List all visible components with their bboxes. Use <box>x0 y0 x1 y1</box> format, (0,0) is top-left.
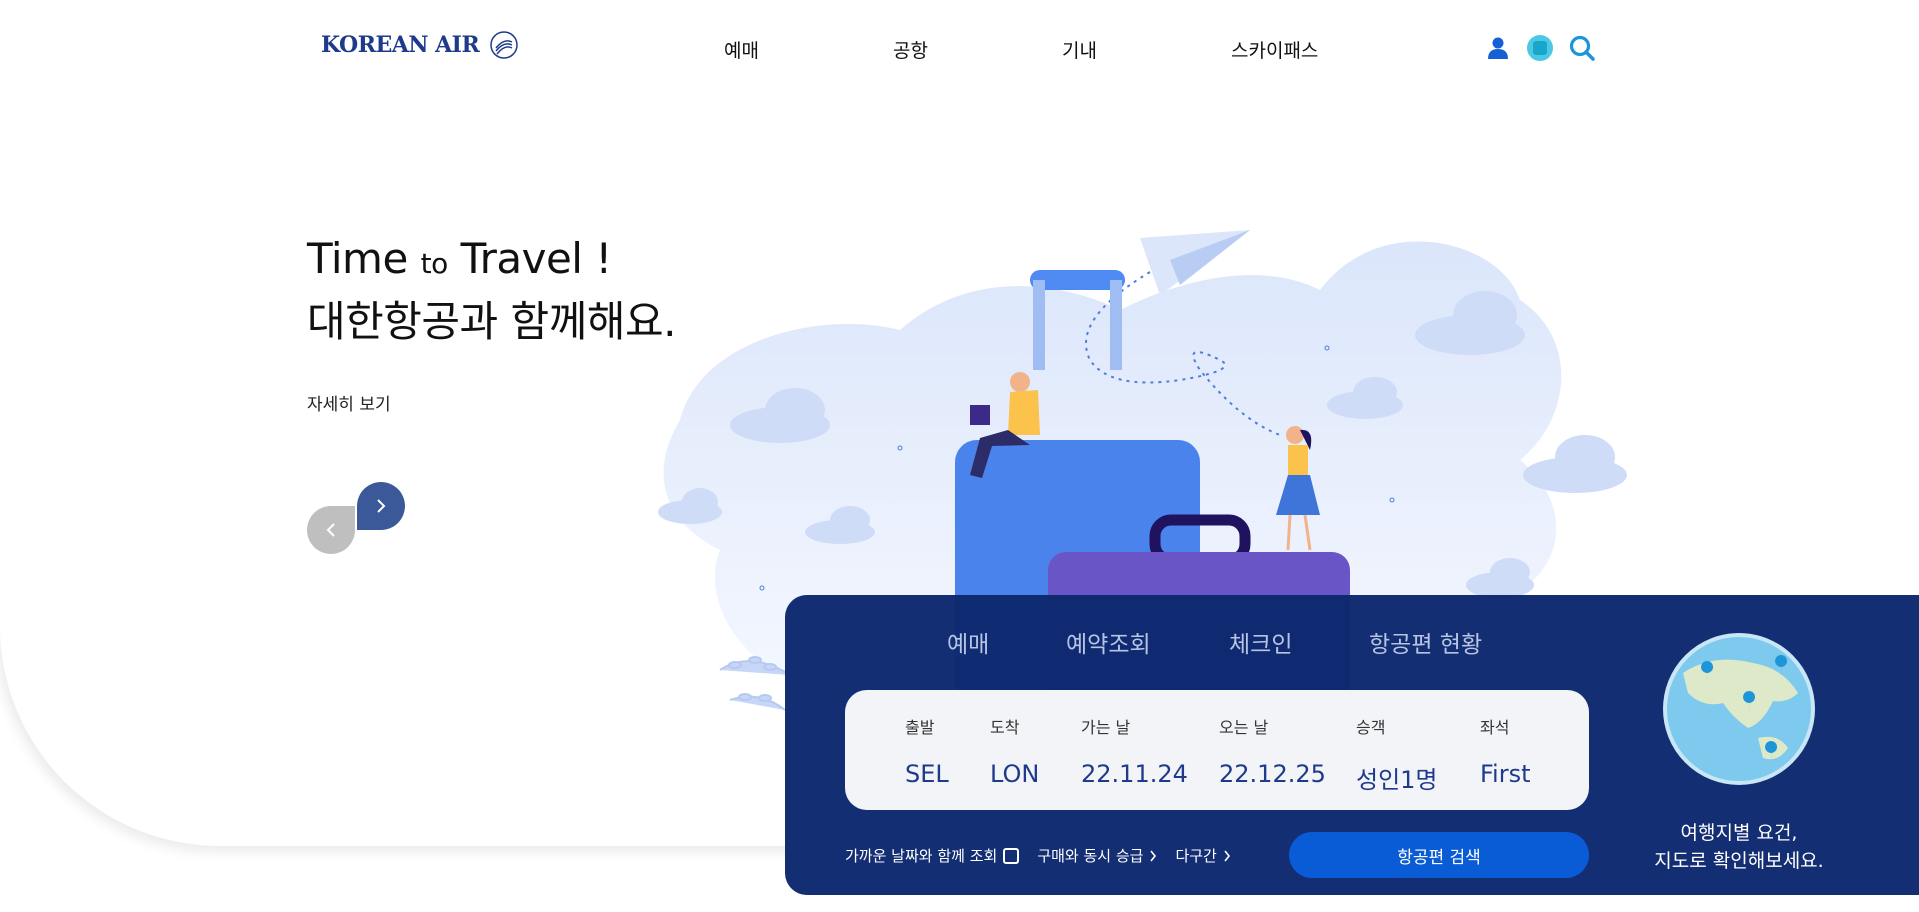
carousel-prev-button[interactable] <box>307 506 355 554</box>
map-promo-text[interactable]: 여행지별 요건, 지도로 확인해보세요. <box>1611 819 1867 875</box>
map-promo-line2: 지도로 확인해보세요. <box>1654 850 1824 872</box>
chevron-right-icon <box>1150 850 1157 861</box>
nav-item-inflight[interactable]: 기내 <box>1062 36 1097 63</box>
multi-city-option[interactable]: 다구간 <box>1175 845 1230 866</box>
nav-item-booking[interactable]: 예매 <box>724 36 759 63</box>
hero-title-word-time: Time <box>307 234 408 283</box>
arrival-field[interactable]: 도착 LON <box>990 714 1039 788</box>
flight-search-button[interactable]: 항공편 검색 <box>1289 832 1589 878</box>
upgrade-label: 구매와 동시 승급 <box>1037 847 1144 865</box>
departure-label: 출발 <box>905 718 935 737</box>
search-options: 가까운 날짜와 함께 조회 구매와 동시 승급 다구간 <box>845 845 1231 866</box>
world-map-globe-icon[interactable] <box>1663 633 1815 785</box>
nav-item-airport[interactable]: 공항 <box>893 36 928 63</box>
departure-field[interactable]: 출발 SEL <box>905 714 949 788</box>
nav-item-skypass[interactable]: 스카이패스 <box>1231 36 1318 63</box>
passengers-field[interactable]: 승객 성인1명 <box>1356 714 1438 795</box>
chevron-right-icon <box>1224 850 1230 861</box>
site-header: KOREAN AIR 예매 공항 기내 스카이패스 <box>0 0 1919 100</box>
return-date-field[interactable]: 오는 날 22.12.25 <box>1219 714 1326 788</box>
nearby-dates-label: 가까운 날짜와 함께 조회 <box>845 847 998 865</box>
search-fields: 출발 SEL 도착 LON 가는 날 22.11.24 오는 날 22.12.2… <box>845 690 1589 810</box>
korean-air-logo[interactable]: KOREAN AIR <box>321 30 519 60</box>
passengers-value: 성인1명 <box>1356 766 1438 794</box>
arrival-value: LON <box>990 760 1040 788</box>
seat-class-value: First <box>1480 760 1531 788</box>
tab-check-in[interactable]: 체크인 <box>1229 625 1292 659</box>
learn-more-link[interactable]: 자세히 보기 <box>307 390 391 415</box>
nearby-dates-option[interactable]: 가까운 날짜와 함께 조회 <box>845 845 1020 866</box>
depart-date-label: 가는 날 <box>1081 718 1131 737</box>
multi-city-label: 다구간 <box>1175 847 1217 865</box>
booking-panel: 예매 예약조회 체크인 항공편 현황 출발 SEL 도착 LON 가는 날 22… <box>785 595 1919 895</box>
hero-title-word-travel: Travel ! <box>460 234 613 283</box>
depart-date-field[interactable]: 가는 날 22.11.24 <box>1081 714 1188 788</box>
carousel-next-button[interactable] <box>357 482 405 530</box>
user-icon[interactable] <box>1484 34 1512 62</box>
seat-class-label: 좌석 <box>1480 718 1510 737</box>
taegeuk-logo-icon <box>490 31 518 59</box>
return-date-label: 오는 날 <box>1219 718 1269 737</box>
search-icon[interactable] <box>1568 34 1596 62</box>
upgrade-option[interactable]: 구매와 동시 승급 <box>1037 845 1157 866</box>
globe-icon[interactable] <box>1526 34 1554 62</box>
departure-value: SEL <box>905 760 949 788</box>
hero-title-word-to: to <box>420 247 449 280</box>
nearby-dates-checkbox[interactable] <box>1003 847 1020 864</box>
tab-flight-status[interactable]: 항공편 현황 <box>1369 625 1482 659</box>
header-actions <box>1484 34 1596 62</box>
passengers-label: 승객 <box>1356 718 1386 737</box>
chevron-left-icon <box>326 523 335 537</box>
return-date-value: 22.12.25 <box>1219 760 1326 788</box>
depart-date-value: 22.11.24 <box>1081 760 1188 788</box>
tab-booking[interactable]: 예매 <box>947 625 989 659</box>
tab-reservation-lookup[interactable]: 예약조회 <box>1066 625 1151 659</box>
seat-class-field[interactable]: 좌석 First <box>1480 714 1531 788</box>
arrival-label: 도착 <box>990 718 1020 737</box>
chevron-right-icon <box>377 499 386 513</box>
map-promo-line1: 여행지별 요건, <box>1680 822 1798 844</box>
logo-text: KOREAN AIR <box>321 32 480 58</box>
